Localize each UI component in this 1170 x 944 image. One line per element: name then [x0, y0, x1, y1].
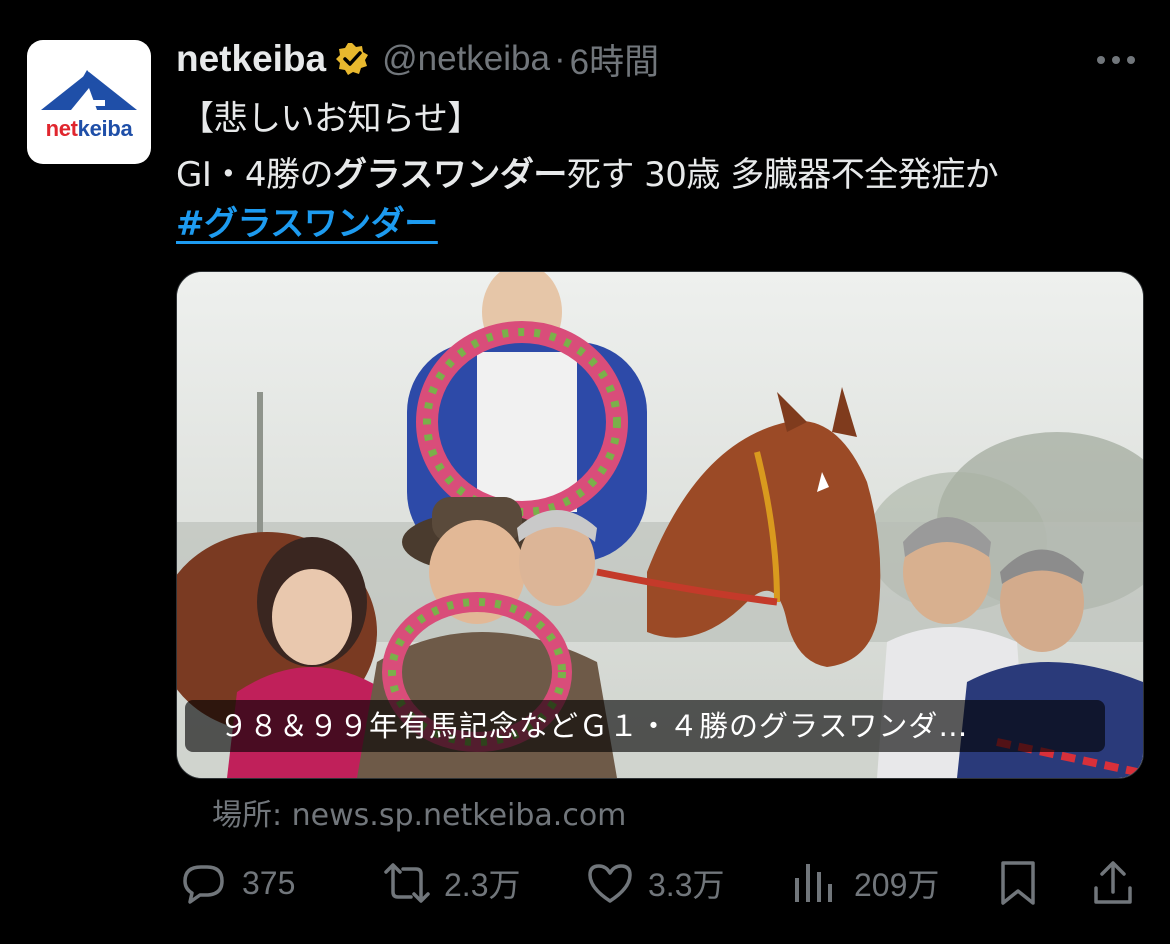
- separator-dot: ·: [553, 39, 566, 78]
- views-button[interactable]: 209万: [790, 855, 939, 911]
- more-icon[interactable]: [1092, 46, 1140, 74]
- verified-badge-icon[interactable]: [334, 41, 370, 77]
- like-icon: [588, 864, 632, 903]
- display-name[interactable]: netkeiba: [176, 38, 326, 80]
- avatar[interactable]: netkeiba: [27, 40, 151, 164]
- bookmark-button[interactable]: [996, 855, 1040, 911]
- retweet-button[interactable]: 2.3万: [378, 855, 521, 911]
- views-icon: [795, 864, 832, 902]
- source-label: 場所:: [212, 798, 283, 833]
- retweet-count: 2.3万: [444, 867, 521, 903]
- hashtag-link[interactable]: #グラスワンダー: [176, 196, 438, 245]
- action-bar: 375 2.3万 3.3万 209万: [0, 855, 1170, 915]
- share-button[interactable]: [1090, 855, 1136, 911]
- share-icon: [1094, 861, 1132, 904]
- card-source[interactable]: 場所: news.sp.netkeiba.com: [212, 790, 626, 834]
- tweet-text-bold: グラスワンダー: [333, 155, 567, 195]
- wordmark-net: net: [45, 116, 78, 141]
- reply-icon: [183, 865, 224, 904]
- avatar-wordmark: netkeiba: [27, 116, 151, 142]
- tweet-header: netkeiba @netkeiba · 6時間: [176, 34, 659, 84]
- retweet-icon: [384, 863, 430, 903]
- views-count: 209万: [854, 867, 940, 903]
- reply-count: 375: [242, 864, 296, 901]
- tweet-text-prefix: GI・4勝の: [176, 155, 334, 195]
- link-card-image[interactable]: ９８＆９９年有馬記念などＧ１・４勝のグラスワンダ…: [176, 271, 1144, 779]
- reply-button[interactable]: 375: [178, 855, 295, 911]
- timestamp[interactable]: 6時間: [570, 34, 659, 85]
- netkeiba-logo: [41, 70, 137, 110]
- card-caption: ９８＆９９年有馬記念などＧ１・４勝のグラスワンダ…: [185, 700, 1105, 752]
- source-domain: news.sp.netkeiba.com: [291, 798, 627, 833]
- wordmark-keiba: keiba: [77, 116, 133, 141]
- tweet-text-line2: GI・4勝のグラスワンダー死す 30歳 多臓器不全発症か: [176, 147, 999, 196]
- tweet-text-suffix: 死す 30歳 多臓器不全発症か: [566, 155, 999, 195]
- bookmark-icon: [1001, 861, 1035, 905]
- tweet-text-line1: 【悲しいお知らせ】: [180, 99, 481, 139]
- handle[interactable]: @netkeiba: [382, 39, 550, 79]
- like-count: 3.3万: [648, 867, 725, 903]
- like-button[interactable]: 3.3万: [584, 855, 725, 911]
- tweet[interactable]: netkeiba netkeiba @netkeiba · 6時間 【悲しいお知…: [0, 0, 1170, 944]
